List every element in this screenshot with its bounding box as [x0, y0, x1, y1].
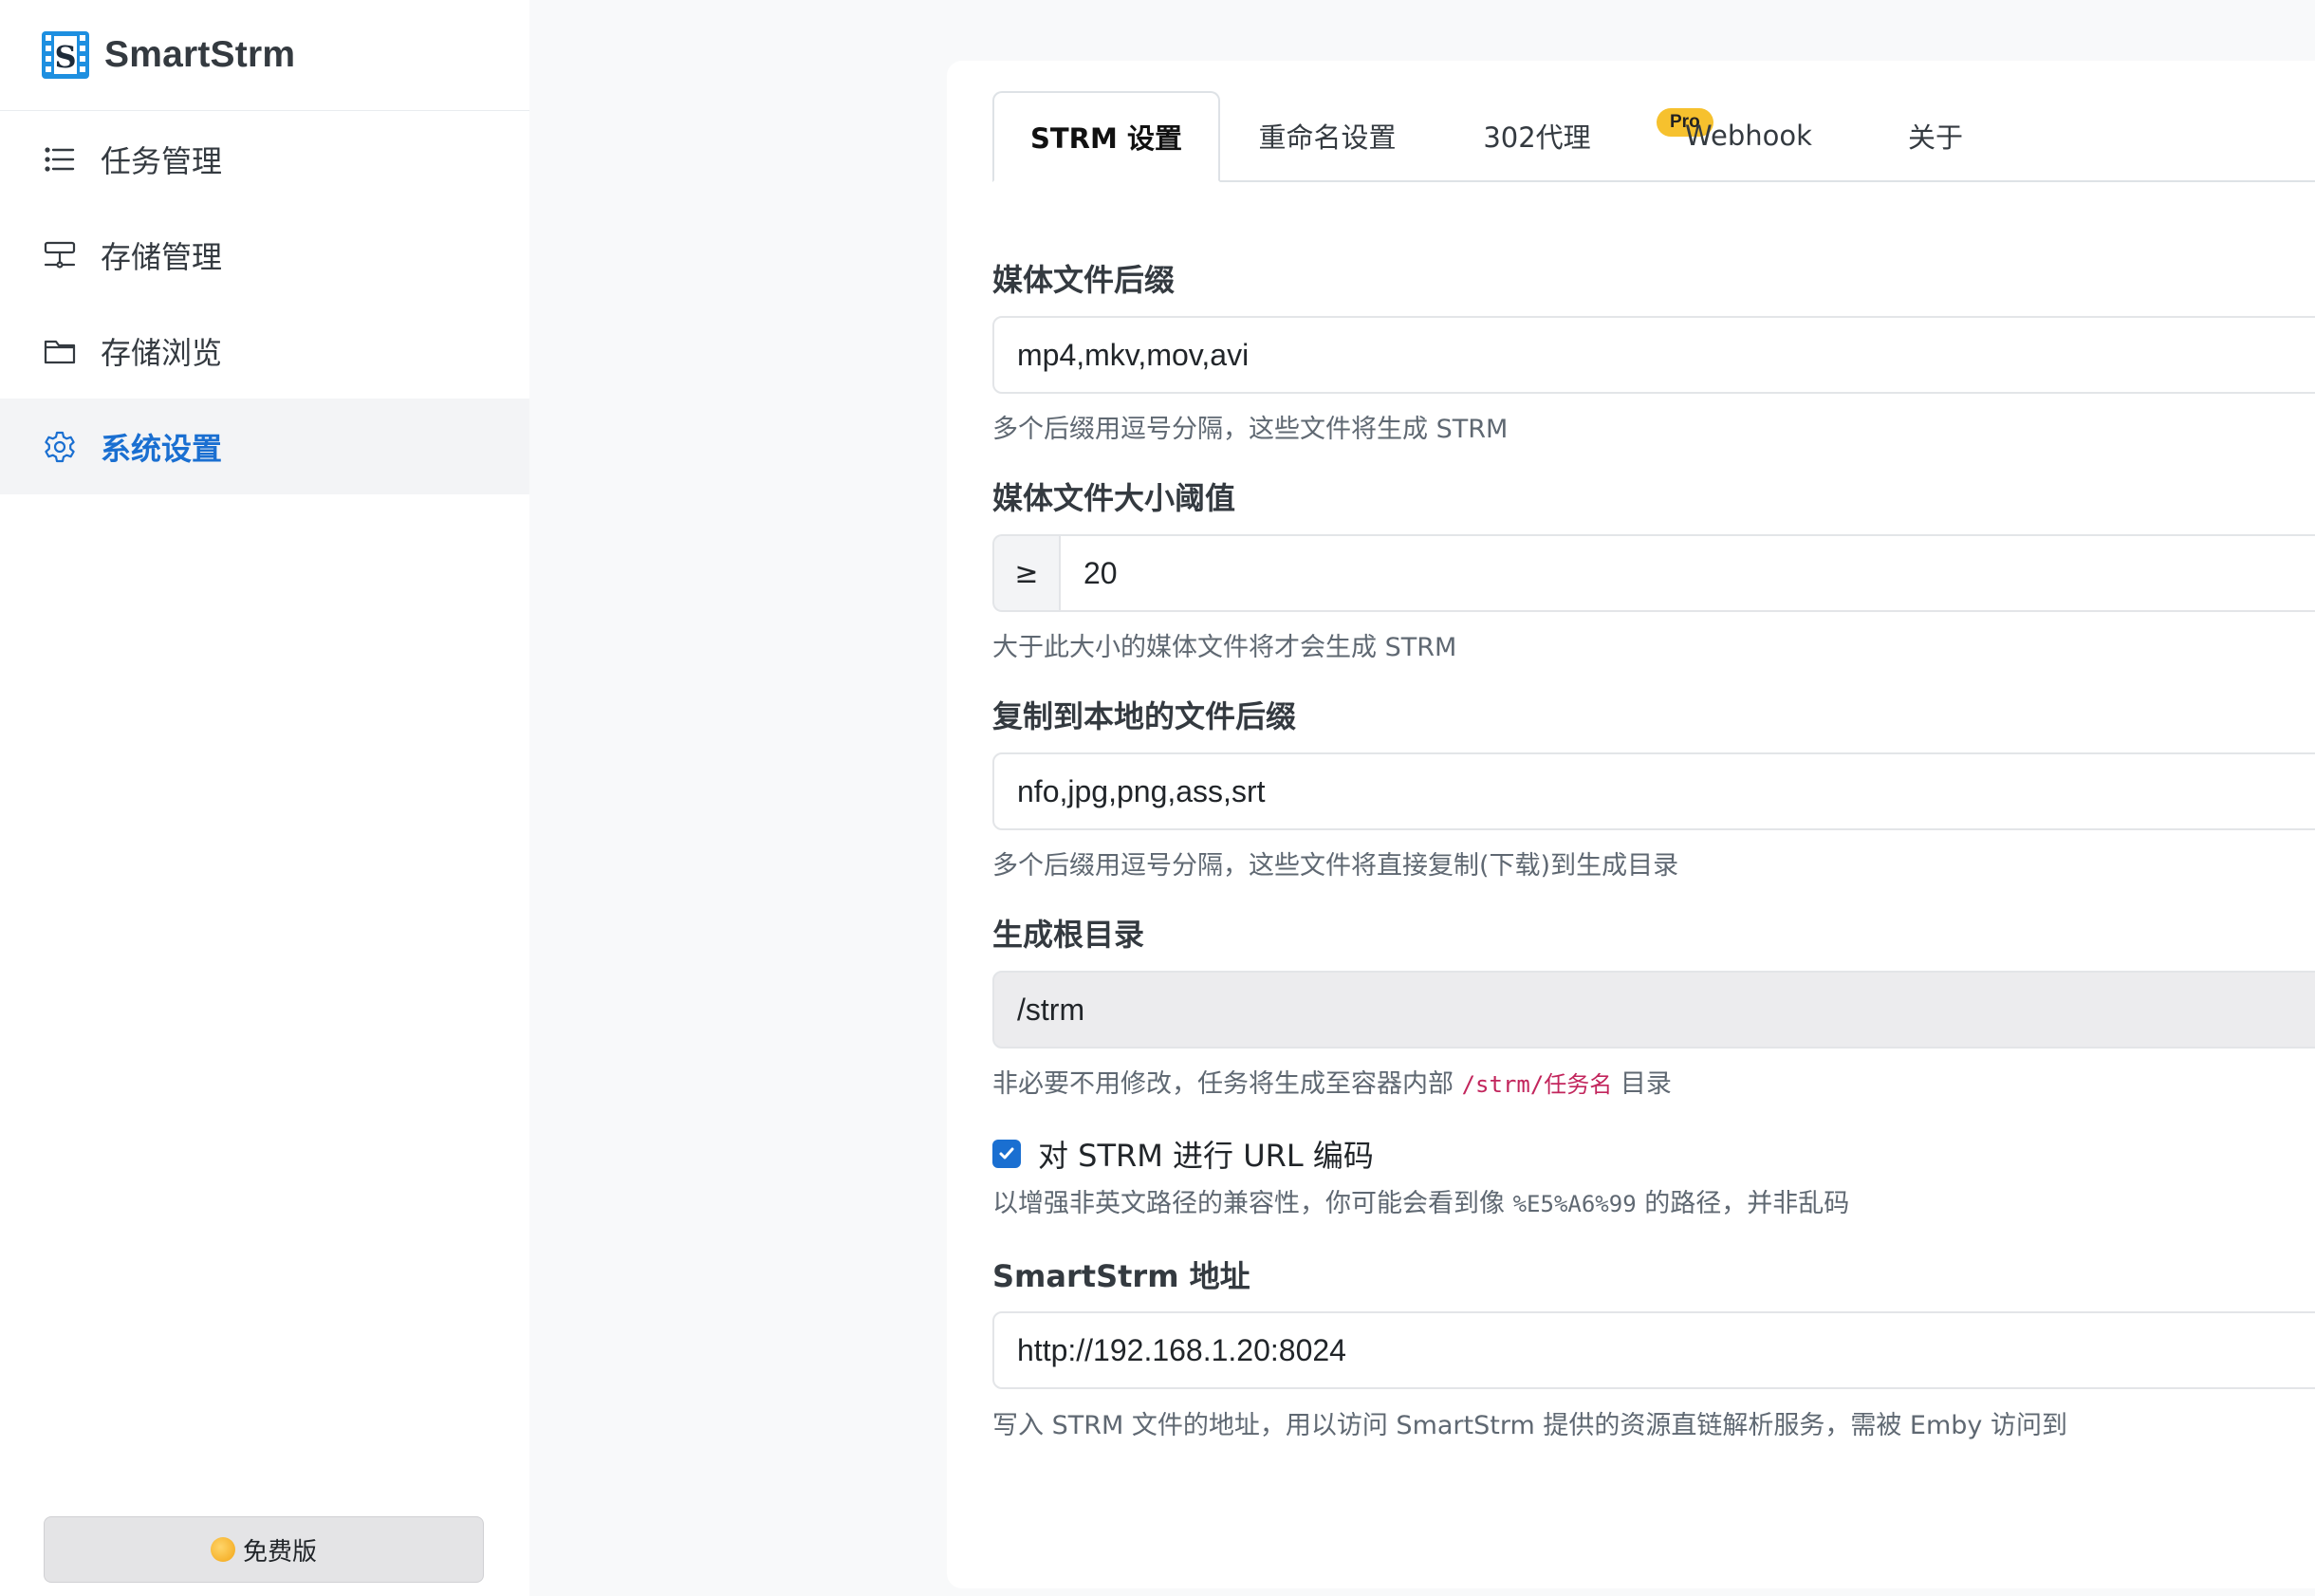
tab-rename-settings[interactable]: 重命名设置: [1220, 91, 1435, 180]
folder-icon: [42, 333, 78, 369]
media-size-help: 大于此大小的媒体文件将才会生成 STRM: [992, 633, 1457, 662]
sidebar-item-browse[interactable]: 存储浏览: [0, 303, 529, 399]
sidebar-item-tasks[interactable]: 任务管理: [0, 111, 529, 207]
media-ext-help: 多个后缀用逗号分隔，这些文件将生成 STRM: [992, 415, 1509, 444]
root-dir-help-code: /strm/任务名: [1461, 1071, 1613, 1098]
media-ext-value: mp4,mkv,mov,avi: [1017, 337, 1250, 372]
root-dir-help-suffix: 目录: [1620, 1069, 1672, 1099]
tab-webhook[interactable]: Webhook: [1639, 91, 1858, 180]
tab-strm-settings[interactable]: STRM 设置: [992, 91, 1220, 182]
url-encode-help: 以增强非英文路径的兼容性，你可能会看到像 %E5%A6%99 的路径，并非乱码: [992, 1182, 1849, 1219]
copy-ext-value: nfo,jpg,png,ass,srt: [1017, 773, 1266, 808]
tab-label: 重命名设置: [1258, 121, 1397, 154]
media-size-value: 20: [1083, 555, 1118, 590]
tab-label: Webhook: [1685, 120, 1812, 152]
root-dir-input[interactable]: /strm: [992, 971, 2315, 1049]
sidebar-item-settings[interactable]: 系统设置: [0, 399, 529, 494]
address-help: 写入 STRM 文件的地址，用以访问 SmartStrm 提供的资源直链解析服务…: [992, 1411, 2067, 1440]
edition-button[interactable]: 免费版: [44, 1516, 484, 1583]
address-label: SmartStrm 地址: [992, 1258, 1250, 1294]
settings-card: STRM 设置 重命名设置 302代理 Pro Webhook 关于 媒体文件后…: [947, 61, 2315, 1588]
gear-icon: [42, 429, 78, 465]
url-encode-help-text: 以增强非英文路径的兼容性，你可能会看到像: [992, 1189, 1505, 1218]
sidebar-item-label: 任务管理: [101, 142, 223, 179]
copy-ext-input[interactable]: nfo,jpg,png,ass,srt: [992, 752, 2315, 830]
svg-text:S: S: [54, 39, 76, 75]
sidebar-item-label: 存储管理: [101, 238, 223, 275]
media-size-input[interactable]: 20: [1059, 534, 2315, 612]
url-encode-row[interactable]: 对 STRM 进行 URL 编码: [992, 1132, 1374, 1176]
root-dir-value: /strm: [1017, 992, 1085, 1027]
address-input[interactable]: http://192.168.1.20:8024: [992, 1311, 2315, 1389]
app-root: S SmartStrm 任务管理 存储管理 存储浏览 系统设置 免费版 STRM…: [0, 0, 2315, 1596]
media-ext-label: 媒体文件后缀: [992, 262, 1176, 298]
copy-ext-label: 复制到本地的文件后缀: [992, 698, 1297, 734]
media-ext-input[interactable]: mp4,mkv,mov,avi: [992, 316, 2315, 394]
url-encode-label: 对 STRM 进行 URL 编码: [1038, 1138, 1374, 1174]
sidebar-nav: 任务管理 存储管理 存储浏览 系统设置: [0, 111, 529, 494]
media-size-input-group: ≥ 20: [992, 534, 2315, 612]
tab-label: 302代理: [1483, 121, 1591, 154]
media-size-label: 媒体文件大小阈值: [992, 480, 1236, 516]
root-dir-help: 非必要不用修改，任务将生成至容器内部 /strm/任务名 目录: [992, 1063, 1672, 1100]
check-icon: [999, 1147, 1014, 1160]
root-dir-label: 生成根目录: [992, 917, 1145, 953]
storage-icon: [42, 237, 78, 273]
url-encode-checkbox[interactable]: [992, 1140, 1021, 1168]
address-value: http://192.168.1.20:8024: [1017, 1332, 1346, 1367]
sidebar-item-label: 系统设置: [101, 430, 223, 467]
url-encode-help-code: %E5%A6%99: [1512, 1191, 1637, 1217]
tab-label: 关于: [1907, 121, 1963, 154]
tab-about[interactable]: 关于: [1858, 91, 2013, 180]
emoji-face-icon: [210, 1537, 235, 1562]
sidebar-item-storage[interactable]: 存储管理: [0, 207, 529, 303]
list-icon: [42, 141, 78, 177]
tab-label: STRM 设置: [1030, 122, 1182, 155]
url-encode-help-suffix: 的路径，并非乱码: [1644, 1189, 1850, 1218]
smartstrm-logo-icon: S: [42, 31, 89, 79]
root-dir-help-text: 非必要不用修改，任务将生成至容器内部: [992, 1069, 1454, 1099]
settings-tabs: STRM 设置 重命名设置 302代理 Pro Webhook 关于: [992, 91, 2315, 182]
tab-302-proxy[interactable]: 302代理: [1435, 91, 1639, 180]
brand[interactable]: S SmartStrm: [0, 0, 529, 111]
gte-prefix: ≥: [992, 534, 1059, 612]
copy-ext-help: 多个后缀用逗号分隔，这些文件将直接复制(下载)到生成目录: [992, 851, 1679, 881]
sidebar-item-label: 存储浏览: [101, 334, 223, 371]
brand-name: SmartStrm: [104, 34, 296, 75]
sidebar: S SmartStrm 任务管理 存储管理 存储浏览 系统设置 免费版: [0, 0, 529, 1596]
edition-label: 免费版: [242, 1537, 317, 1567]
